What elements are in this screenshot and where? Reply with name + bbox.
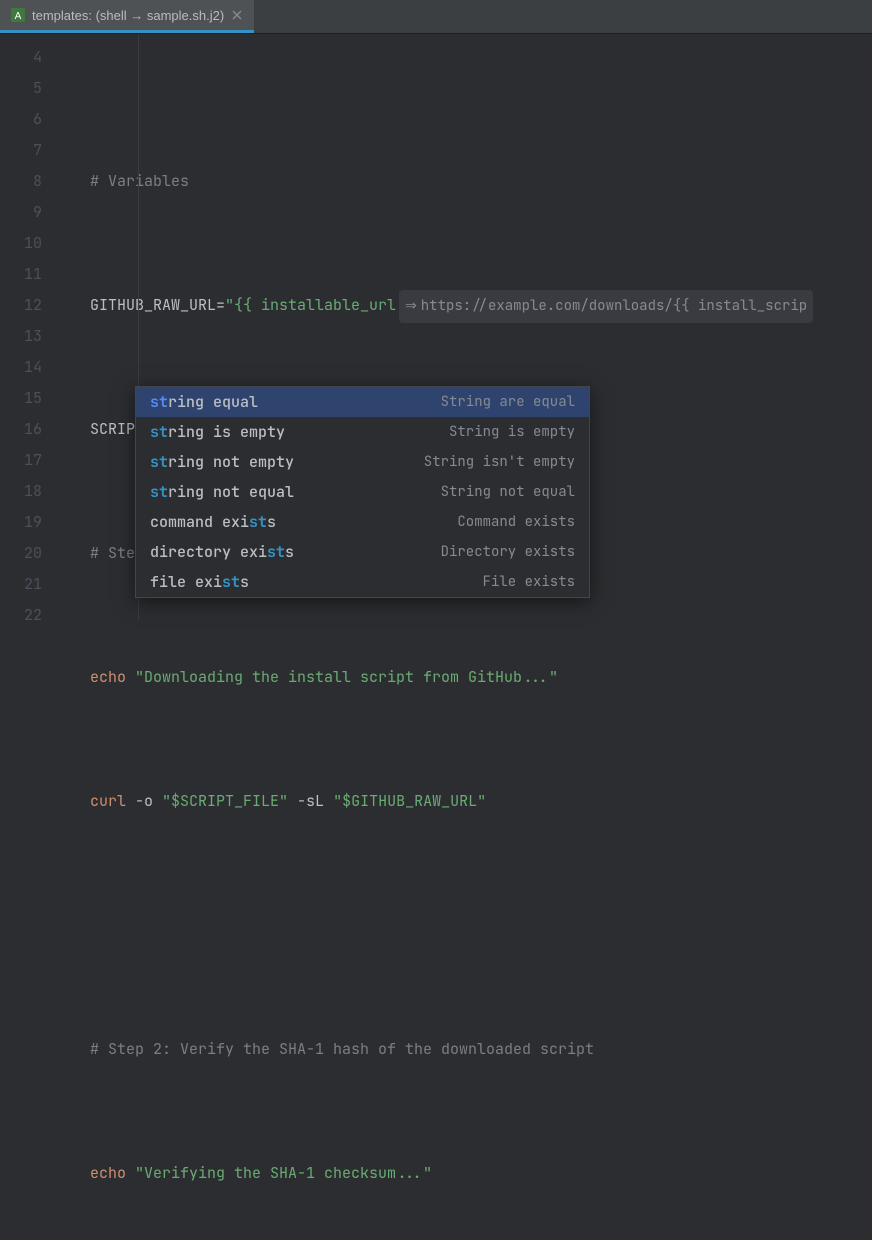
code-line: echo "Downloading the install script fro… [90, 662, 872, 693]
completion-item[interactable]: string not empty String isn't empty [136, 447, 589, 477]
line-number: 19 [0, 507, 42, 538]
inlay-hint[interactable]: ⇒https://example.com/downloads/{{ instal… [399, 290, 813, 323]
line-number: 9 [0, 197, 42, 228]
completion-label: string not empty [150, 452, 294, 472]
completion-description: String not equal [441, 483, 575, 501]
close-icon[interactable] [230, 8, 244, 22]
line-number: 21 [0, 569, 42, 600]
code-line: echo "Verifying the SHA-1 checksum..." [90, 1158, 872, 1189]
svg-text:A: A [15, 11, 22, 22]
tab-title: templates: (shell → sample.sh.j2) [32, 8, 224, 23]
line-number: 14 [0, 352, 42, 383]
line-number: 17 [0, 445, 42, 476]
line-number: 11 [0, 259, 42, 290]
line-number: 20 [0, 538, 42, 569]
editor-tab[interactable]: A templates: (shell → sample.sh.j2) [0, 0, 254, 33]
line-number: 10 [0, 228, 42, 259]
completion-description: Directory exists [441, 543, 575, 561]
completion-label: string is empty [150, 422, 285, 442]
code-line: # Variables [90, 166, 872, 197]
completion-item[interactable]: file exists File exists [136, 567, 589, 597]
code-line: curl -o "$SCRIPT_FILE" -sL "$GITHUB_RAW_… [90, 786, 872, 817]
line-number: 18 [0, 476, 42, 507]
file-type-icon: A [10, 7, 26, 23]
tab-bar: A templates: (shell → sample.sh.j2) [0, 0, 872, 34]
line-number: 6 [0, 104, 42, 135]
code-line: GITHUB_RAW_URL="{{ installable_url⇒https… [90, 290, 872, 321]
code-line [90, 910, 872, 941]
completion-description: File exists [483, 573, 575, 591]
completion-label: command exists [150, 512, 276, 532]
completion-item[interactable]: string not equal String not equal [136, 477, 589, 507]
line-number: 4 [0, 42, 42, 73]
completion-description: String is empty [449, 423, 575, 441]
completion-label: string equal [150, 392, 258, 412]
completion-item[interactable]: command exists Command exists [136, 507, 589, 537]
gutter: 4 5 6 7 8 9 10 11 12 13 14 15 16 17 18 1… [0, 34, 62, 620]
line-number: 5 [0, 73, 42, 104]
completion-label: file exists [150, 572, 249, 592]
line-number: 7 [0, 135, 42, 166]
completion-description: Command exists [457, 513, 575, 531]
line-number: 12 [0, 290, 42, 321]
completion-item[interactable]: string equal String are equal [136, 387, 589, 417]
line-number: 15 [0, 383, 42, 414]
line-number: 22 [0, 600, 42, 631]
line-number: 8 [0, 166, 42, 197]
line-number: 13 [0, 321, 42, 352]
line-number: 16 [0, 414, 42, 445]
code-line: # Step 2: Verify the SHA-1 hash of the d… [90, 1034, 872, 1065]
completion-description: String isn't empty [424, 453, 575, 471]
completion-item[interactable]: directory exists Directory exists [136, 537, 589, 567]
completion-item[interactable]: string is empty String is empty [136, 417, 589, 447]
editor-area: 4 5 6 7 8 9 10 11 12 13 14 15 16 17 18 1… [0, 34, 872, 620]
completion-label: directory exists [150, 542, 294, 562]
completion-label: string not equal [150, 482, 294, 502]
completion-description: String are equal [441, 393, 575, 411]
completion-popup[interactable]: string equal String are equal string is em… [135, 386, 590, 598]
